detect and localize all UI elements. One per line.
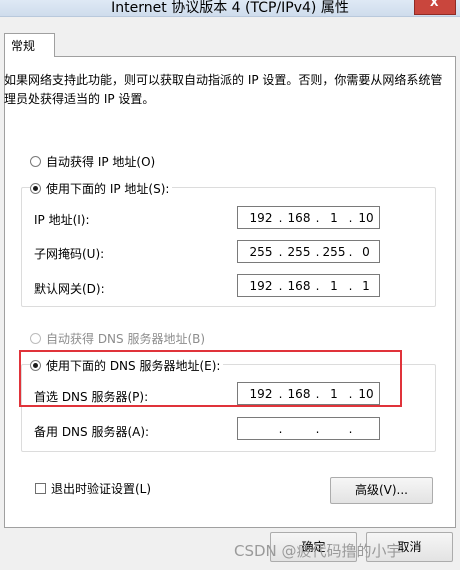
ip-manual-radio[interactable]: 使用下面的 IP 地址(S):	[30, 180, 173, 197]
tab-general-label: 常规	[11, 39, 36, 53]
advanced-button-label: 高级(V)...	[354, 483, 409, 497]
subnet-mask-field[interactable]: 255 . 255 . 255 . 0	[237, 240, 380, 263]
highlight-box	[19, 350, 402, 407]
ip-address-label: IP 地址(I):	[34, 213, 90, 227]
validate-on-exit-checkbox-indicator	[35, 483, 46, 494]
watermark-text: CSDN @疲代码撸的小宇	[234, 542, 402, 560]
ip-auto-label: 自动获得 IP 地址(O)	[46, 155, 156, 169]
close-icon: X	[430, 0, 439, 9]
alternate-dns-label: 备用 DNS 服务器(A):	[34, 425, 150, 439]
alternate-dns-field[interactable]: . . .	[237, 417, 380, 440]
ip-manual-label: 使用下面的 IP 地址(S):	[46, 182, 170, 196]
dns-auto-radio-indicator	[30, 333, 41, 344]
window-title: Internet 协议版本 4 (TCP/IPv4) 属性	[111, 0, 349, 16]
ip-auto-radio-indicator	[30, 156, 41, 167]
advanced-button[interactable]: 高级(V)...	[330, 477, 433, 504]
close-button[interactable]: X	[414, 0, 456, 15]
gateway-label: 默认网关(D):	[34, 282, 105, 296]
ip-auto-radio[interactable]: 自动获得 IP 地址(O)	[30, 153, 159, 170]
dns-auto-label: 自动获得 DNS 服务器地址(B)	[46, 332, 206, 346]
subnet-mask-label: 子网掩码(U):	[34, 247, 105, 261]
tab-general[interactable]: 常规	[4, 33, 55, 57]
validate-on-exit-label: 退出时验证设置(L)	[51, 482, 152, 496]
ip-manual-radio-indicator	[30, 183, 41, 194]
validate-on-exit-checkbox[interactable]: 退出时验证设置(L)	[35, 480, 155, 497]
dns-auto-radio[interactable]: 自动获得 DNS 服务器地址(B)	[30, 330, 209, 347]
title-bar: Internet 协议版本 4 (TCP/IPv4) 属性 X	[0, 0, 460, 17]
gateway-field[interactable]: 192 . 168 . 1 . 1	[237, 274, 380, 297]
ip-address-field[interactable]: 192 . 168 . 1 . 10	[237, 206, 380, 229]
description-text: 如果网络支持此功能，则可以获取自动指派的 IP 设置。否则，你需要从网络系统管理…	[4, 73, 443, 106]
